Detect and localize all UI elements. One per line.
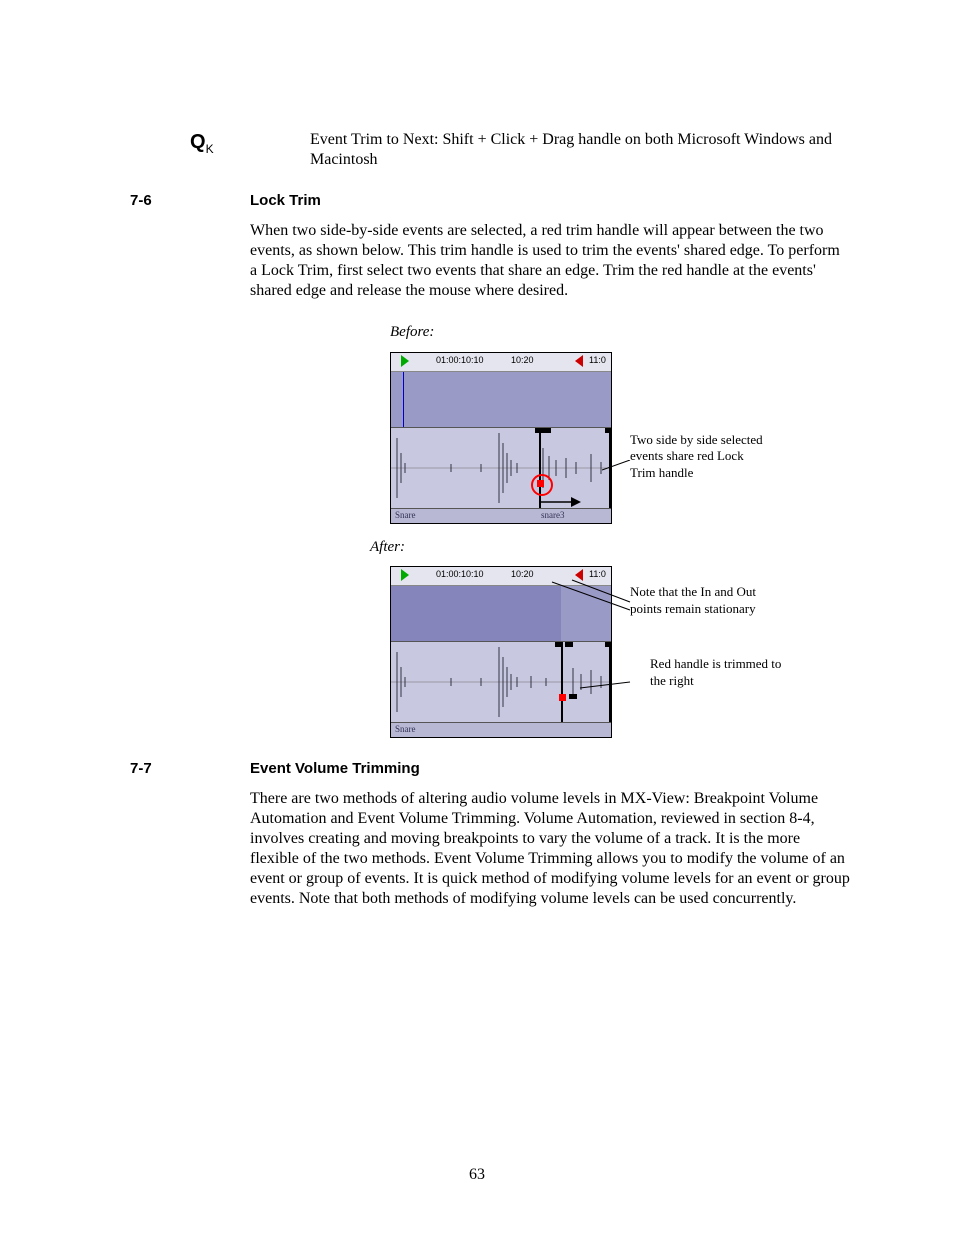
playhead-icon — [403, 372, 404, 427]
ruler-time-3: 11:0 — [589, 355, 606, 366]
qk-letter: Q — [190, 131, 206, 153]
in-marker-icon — [401, 569, 409, 581]
quickkey-icon: QK — [190, 131, 214, 153]
trim-handle-end-top — [605, 642, 611, 647]
section-body: There are two methods of altering audio … — [250, 789, 850, 909]
clip-labels: Snare — [391, 722, 611, 737]
figure-label-before: Before: — [390, 323, 850, 342]
clip-overview — [391, 586, 611, 642]
clip-label-left: Snare — [395, 510, 416, 521]
waveform-area — [391, 642, 611, 722]
lock-trim-red-handle — [537, 480, 544, 487]
timeline-ruler: 01:00:10:10 10:20 11:0 — [391, 353, 611, 372]
section-7-6: 7-6 Lock Trim When two side-by-side even… — [130, 192, 874, 738]
figure-before: 01:00:10:10 10:20 11:0 — [390, 352, 612, 524]
trim-handle-end-top — [605, 428, 611, 433]
qk-sub: K — [206, 142, 214, 156]
page-number: 63 — [0, 1165, 954, 1185]
section-title: Event Volume Trimming — [250, 760, 850, 779]
timeline-ruler: 01:00:10:10 10:20 11:0 — [391, 567, 611, 586]
ruler-time-1: 01:00:10:10 — [436, 569, 484, 580]
clip-label-right: snare3 — [541, 510, 565, 521]
out-marker-icon — [575, 355, 583, 367]
figure-label-after: After: — [370, 538, 850, 557]
section-number: 7-6 — [130, 192, 250, 211]
figure-after-annotation-1: Note that the In and Out points remain s… — [630, 584, 770, 618]
ruler-time-2: 10:20 — [511, 569, 534, 580]
figure-after-annotation-2: Red handle is trimmed to the right — [650, 656, 790, 690]
ruler-time-2: 10:20 — [511, 355, 534, 366]
lock-trim-red-handle — [559, 694, 566, 701]
quickkey-row: QK Event Trim to Next: Shift + Click + D… — [130, 130, 874, 170]
in-marker-icon — [401, 355, 409, 367]
quickkey-text: Event Trim to Next: Shift + Click + Drag… — [310, 130, 874, 170]
trim-handle-top-right — [543, 428, 551, 433]
clip-overview — [391, 372, 611, 428]
clip-label-left: Snare — [395, 724, 416, 735]
trim-handle-low — [569, 694, 577, 699]
trim-handle-top-left — [555, 642, 563, 647]
section-7-7: 7-7 Event Volume Trimming There are two … — [130, 760, 874, 909]
waveform-area — [391, 428, 611, 508]
section-title: Lock Trim — [250, 192, 850, 211]
trim-handle-top-right — [565, 642, 573, 647]
figure-before-annotation: Two side by side selected events share r… — [630, 432, 770, 483]
clip-edge — [561, 642, 563, 722]
section-number: 7-7 — [130, 760, 250, 779]
ruler-time-1: 01:00:10:10 — [436, 355, 484, 366]
ruler-time-3: 11:0 — [589, 569, 606, 580]
document-page: QK Event Trim to Next: Shift + Click + D… — [0, 0, 954, 1235]
trim-handle-top-left — [535, 428, 543, 433]
clip-labels: Snare snare3 — [391, 508, 611, 523]
section-body: When two side-by-side events are selecte… — [250, 221, 850, 301]
